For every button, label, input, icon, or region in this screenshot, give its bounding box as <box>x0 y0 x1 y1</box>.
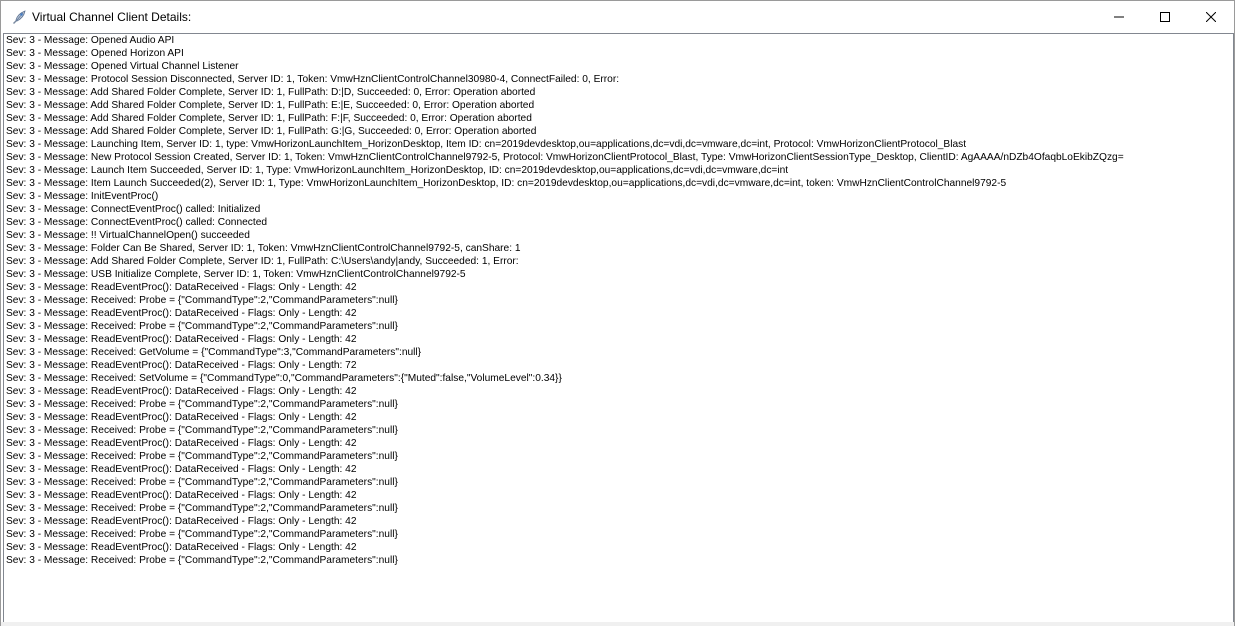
log-line[interactable]: Sev: 3 - Message: Opened Virtual Channel… <box>4 60 1233 73</box>
maximize-icon <box>1160 11 1170 22</box>
log-line[interactable]: Sev: 3 - Message: ReadEventProc(): DataR… <box>4 489 1233 502</box>
log-list: Sev: 3 - Message: Opened Audio API Sev: 3… <box>4 34 1233 567</box>
virtual-channel-client-details-window: Virtual Channel Client Details: Sev: 3 -… <box>0 0 1235 626</box>
log-line[interactable]: Sev: 3 - Message: Folder Can Be Shared, … <box>4 242 1233 255</box>
log-line[interactable]: Sev: 3 - Message: Add Shared Folder Comp… <box>4 125 1233 138</box>
log-line[interactable]: Sev: 3 - Message: Opened Audio API <box>4 34 1233 47</box>
log-listbox[interactable]: Sev: 3 - Message: Opened Audio API Sev: 3… <box>3 33 1234 623</box>
log-line[interactable]: Sev: 3 - Message: Received: Probe = {"Co… <box>4 554 1233 567</box>
log-line[interactable]: Sev: 3 - Message: Received: Probe = {"Co… <box>4 424 1233 437</box>
log-line[interactable]: Sev: 3 - Message: Add Shared Folder Comp… <box>4 112 1233 125</box>
title-bar[interactable]: Virtual Channel Client Details: <box>1 1 1234 32</box>
log-line[interactable]: Sev: 3 - Message: ReadEventProc(): DataR… <box>4 515 1233 528</box>
log-line[interactable]: Sev: 3 - Message: Launching Item, Server… <box>4 138 1233 151</box>
log-line[interactable]: Sev: 3 - Message: Received: Probe = {"Co… <box>4 528 1233 541</box>
log-line[interactable]: Sev: 3 - Message: ReadEventProc(): DataR… <box>4 437 1233 450</box>
log-line[interactable]: Sev: 3 - Message: New Protocol Session C… <box>4 151 1233 164</box>
log-line[interactable]: Sev: 3 - Message: ReadEventProc(): DataR… <box>4 541 1233 554</box>
log-line[interactable]: Sev: 3 - Message: ReadEventProc(): DataR… <box>4 307 1233 320</box>
window-title: Virtual Channel Client Details: <box>32 10 192 24</box>
log-line[interactable]: Sev: 3 - Message: Received: Probe = {"Co… <box>4 476 1233 489</box>
log-line[interactable]: Sev: 3 - Message: Opened Horizon API <box>4 47 1233 60</box>
minimize-icon <box>1114 12 1124 22</box>
log-line[interactable]: Sev: 3 - Message: InitEventProc() <box>4 190 1233 203</box>
log-line[interactable]: Sev: 3 - Message: Add Shared Folder Comp… <box>4 86 1233 99</box>
log-line[interactable]: Sev: 3 - Message: Received: SetVolume = … <box>4 372 1233 385</box>
log-line[interactable]: Sev: 3 - Message: Received: Probe = {"Co… <box>4 502 1233 515</box>
maximize-button[interactable] <box>1142 1 1188 32</box>
log-line[interactable]: Sev: 3 - Message: Received: Probe = {"Co… <box>4 450 1233 463</box>
close-button[interactable] <box>1188 1 1234 32</box>
log-line[interactable]: Sev: 3 - Message: Received: Probe = {"Co… <box>4 320 1233 333</box>
log-line[interactable]: Sev: 3 - Message: ReadEventProc(): DataR… <box>4 411 1233 424</box>
log-line[interactable]: Sev: 3 - Message: ReadEventProc(): DataR… <box>4 281 1233 294</box>
log-line[interactable]: Sev: 3 - Message: Protocol Session Disco… <box>4 73 1233 86</box>
log-line[interactable]: Sev: 3 - Message: ConnectEventProc() cal… <box>4 203 1233 216</box>
log-line[interactable]: Sev: 3 - Message: !! VirtualChannelOpen(… <box>4 229 1233 242</box>
log-line[interactable]: Sev: 3 - Message: Add Shared Folder Comp… <box>4 99 1233 112</box>
log-line[interactable]: Sev: 3 - Message: Received: Probe = {"Co… <box>4 294 1233 307</box>
log-line[interactable]: Sev: 3 - Message: USB Initialize Complet… <box>4 268 1233 281</box>
log-line[interactable]: Sev: 3 - Message: ConnectEventProc() cal… <box>4 216 1233 229</box>
log-line[interactable]: Sev: 3 - Message: ReadEventProc(): DataR… <box>4 359 1233 372</box>
log-line[interactable]: Sev: 3 - Message: Received: GetVolume = … <box>4 346 1233 359</box>
minimize-button[interactable] <box>1096 1 1142 32</box>
log-line[interactable]: Sev: 3 - Message: Received: Probe = {"Co… <box>4 398 1233 411</box>
rocket-feather-icon <box>11 9 27 25</box>
log-line[interactable]: Sev: 3 - Message: ReadEventProc(): DataR… <box>4 333 1233 346</box>
window-bottom-edge <box>1 622 1234 626</box>
log-line[interactable]: Sev: 3 - Message: Launch Item Succeeded,… <box>4 164 1233 177</box>
log-line[interactable]: Sev: 3 - Message: ReadEventProc(): DataR… <box>4 385 1233 398</box>
log-line[interactable]: Sev: 3 - Message: Add Shared Folder Comp… <box>4 255 1233 268</box>
log-line[interactable]: Sev: 3 - Message: Item Launch Succeeded(… <box>4 177 1233 190</box>
close-icon <box>1206 11 1216 22</box>
log-line[interactable]: Sev: 3 - Message: ReadEventProc(): DataR… <box>4 463 1233 476</box>
